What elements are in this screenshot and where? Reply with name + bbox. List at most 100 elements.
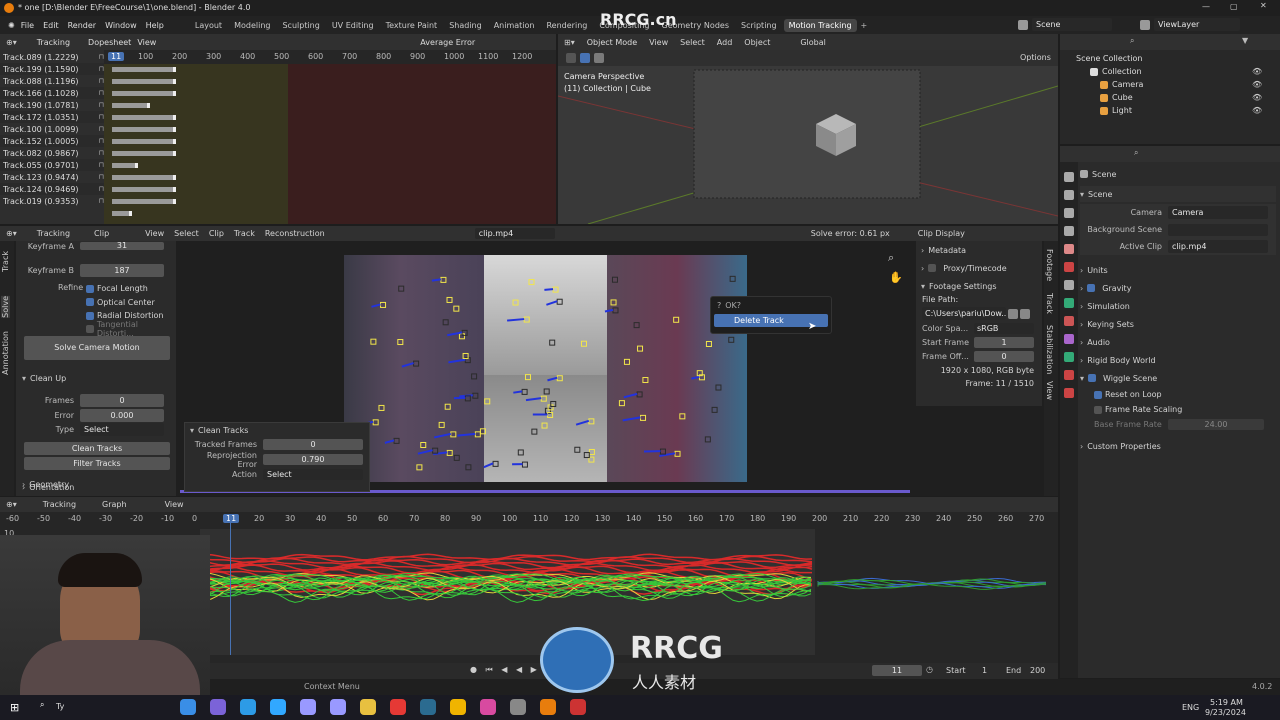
track-marker[interactable] bbox=[674, 450, 681, 457]
folder-icon[interactable] bbox=[1008, 308, 1018, 319]
visibility-icon[interactable]: 👁 bbox=[1252, 80, 1262, 89]
editor-type-icon[interactable]: ⊕▾ bbox=[6, 229, 17, 238]
keyframe-bar[interactable] bbox=[112, 115, 176, 120]
properties-tab-icon[interactable] bbox=[1064, 280, 1074, 290]
outliner-item-collection[interactable]: Collection 👁 bbox=[1090, 67, 1262, 76]
visibility-icon[interactable]: 👁 bbox=[1252, 93, 1262, 102]
track-marker[interactable] bbox=[517, 449, 524, 456]
workspace-tab-modeling[interactable]: Modeling bbox=[229, 19, 275, 32]
track-marker[interactable] bbox=[612, 307, 619, 314]
workspace-tab-animation[interactable]: Animation bbox=[489, 19, 540, 32]
visibility-icon[interactable]: 👁 bbox=[1252, 67, 1262, 76]
track-marker[interactable] bbox=[528, 279, 535, 286]
tracked-frames-field[interactable]: 0 bbox=[263, 439, 363, 450]
active-clip-field[interactable]: clip.mp4 bbox=[1168, 240, 1268, 253]
track-marker[interactable] bbox=[380, 301, 387, 308]
taskbar-app-icon[interactable] bbox=[210, 699, 226, 715]
outliner-search-icon[interactable]: ⌕ bbox=[1130, 36, 1134, 46]
workspace-tab-sculpting[interactable]: Sculpting bbox=[277, 19, 324, 32]
solve-camera-motion-button[interactable]: Solve Camera Motion bbox=[24, 336, 170, 360]
sort-selector[interactable]: Average Error bbox=[420, 38, 475, 47]
track-marker[interactable] bbox=[523, 316, 530, 323]
graph-view-selector[interactable]: Graph bbox=[102, 500, 127, 509]
track-marker[interactable] bbox=[413, 360, 420, 367]
object-menu[interactable]: Object bbox=[744, 38, 770, 47]
track-marker[interactable] bbox=[711, 406, 718, 413]
graph-playhead[interactable] bbox=[230, 514, 231, 655]
track-marker[interactable] bbox=[442, 319, 449, 326]
track-row[interactable]: Track.082 (0.9867) ⊓ bbox=[0, 147, 104, 159]
track-marker[interactable] bbox=[541, 422, 548, 429]
outliner-item-light[interactable]: Light 👁 bbox=[1100, 106, 1262, 115]
taskbar-app-icon[interactable] bbox=[510, 699, 526, 715]
workspace-tab-shading[interactable]: Shading bbox=[444, 19, 487, 32]
taskbar-app-icon[interactable] bbox=[240, 699, 256, 715]
expand-icon[interactable]: › bbox=[1080, 356, 1083, 365]
track-marker[interactable] bbox=[679, 413, 686, 420]
properties-tab-icon[interactable] bbox=[1064, 352, 1074, 362]
refine-checkbox[interactable] bbox=[86, 325, 94, 334]
file-path-field[interactable]: C:\Users\pariu\Dow... bbox=[922, 307, 1006, 320]
track-marker[interactable] bbox=[453, 305, 460, 312]
track-marker[interactable] bbox=[372, 419, 379, 426]
type-dropdown[interactable]: Select bbox=[80, 423, 164, 436]
filter-tracks-button[interactable]: Filter Tracks bbox=[24, 457, 170, 470]
select-box-icon[interactable] bbox=[580, 53, 590, 63]
track-row[interactable]: Track.055 (0.9701) ⊓ bbox=[0, 159, 104, 171]
frame-rate-scaling-checkbox[interactable] bbox=[1094, 405, 1102, 414]
track-row[interactable]: Track.100 (1.0099) ⊓ bbox=[0, 123, 104, 135]
taskbar-app-icon[interactable] bbox=[420, 699, 436, 715]
workspace-tab-uv-editing[interactable]: UV Editing bbox=[327, 19, 379, 32]
track-marker[interactable] bbox=[640, 414, 647, 421]
start-field[interactable]: 1 bbox=[982, 666, 987, 675]
orientation-panel-header[interactable]: › Orientation bbox=[22, 483, 74, 492]
clip-display-selector[interactable]: Clip Display bbox=[918, 229, 965, 238]
panel-wiggle-scene[interactable]: ▾ Wiggle Scene bbox=[1080, 369, 1276, 387]
menu-window[interactable]: Window bbox=[105, 21, 137, 30]
track-marker[interactable] bbox=[440, 276, 447, 283]
track-marker[interactable] bbox=[633, 322, 640, 329]
track-marker[interactable] bbox=[521, 388, 528, 395]
language-indicator[interactable]: ENG bbox=[1182, 703, 1199, 712]
reset-on-loop-checkbox[interactable] bbox=[1094, 390, 1102, 399]
taskbar-app-icon[interactable] bbox=[390, 699, 406, 715]
track-marker[interactable] bbox=[611, 276, 618, 283]
editor-type-icon[interactable]: ⊕▾ bbox=[6, 500, 17, 509]
track-marker[interactable] bbox=[444, 403, 451, 410]
frame-offset-field[interactable]: 0 bbox=[974, 351, 1034, 362]
track-marker[interactable] bbox=[471, 373, 478, 380]
track-row[interactable]: Track.152 (1.0005) ⊓ bbox=[0, 135, 104, 147]
shading-icon[interactable] bbox=[594, 53, 604, 63]
select-menu[interactable]: Select bbox=[174, 229, 199, 238]
track-marker[interactable] bbox=[556, 375, 563, 382]
base-frame-rate-field[interactable]: 24.00 bbox=[1168, 419, 1264, 430]
track-marker[interactable] bbox=[543, 388, 550, 395]
expand-icon[interactable]: › bbox=[1080, 284, 1083, 293]
mode-selector[interactable]: Tracking bbox=[37, 38, 70, 47]
menu-edit[interactable]: Edit bbox=[43, 21, 59, 30]
current-frame-indicator[interactable]: 11 bbox=[108, 52, 125, 61]
track-marker[interactable] bbox=[453, 454, 460, 461]
panel-simulation[interactable]: › Simulation bbox=[1080, 297, 1276, 315]
keyframe-bar[interactable] bbox=[112, 127, 176, 132]
taskbar-app-icon[interactable] bbox=[540, 699, 556, 715]
editor-type-icon[interactable]: ⊕▾ bbox=[6, 38, 17, 47]
visibility-icon[interactable]: 👁 bbox=[1252, 106, 1262, 115]
side-tab-stabilization[interactable]: Stabilization bbox=[1045, 325, 1054, 374]
track-marker[interactable] bbox=[438, 421, 445, 428]
track-marker[interactable] bbox=[446, 296, 453, 303]
reconstruction-menu[interactable]: Reconstruction bbox=[265, 229, 325, 238]
track-marker[interactable] bbox=[715, 384, 722, 391]
scene-selector[interactable]: Scene bbox=[1032, 18, 1112, 31]
track-marker[interactable] bbox=[549, 339, 556, 346]
reload-icon[interactable] bbox=[1020, 308, 1030, 319]
keyframe-bar[interactable] bbox=[112, 67, 176, 72]
error-field[interactable]: 0.000 bbox=[80, 409, 164, 422]
panel-rigid-body-world[interactable]: › Rigid Body World bbox=[1080, 351, 1276, 369]
filter-icon[interactable]: ▼ bbox=[1242, 36, 1248, 45]
keyframe-bar[interactable] bbox=[112, 139, 176, 144]
start-frame-field[interactable]: 1 bbox=[974, 337, 1034, 348]
track-marker[interactable] bbox=[465, 464, 472, 471]
keyframe-bar[interactable] bbox=[112, 103, 150, 108]
track-marker[interactable] bbox=[524, 374, 531, 381]
